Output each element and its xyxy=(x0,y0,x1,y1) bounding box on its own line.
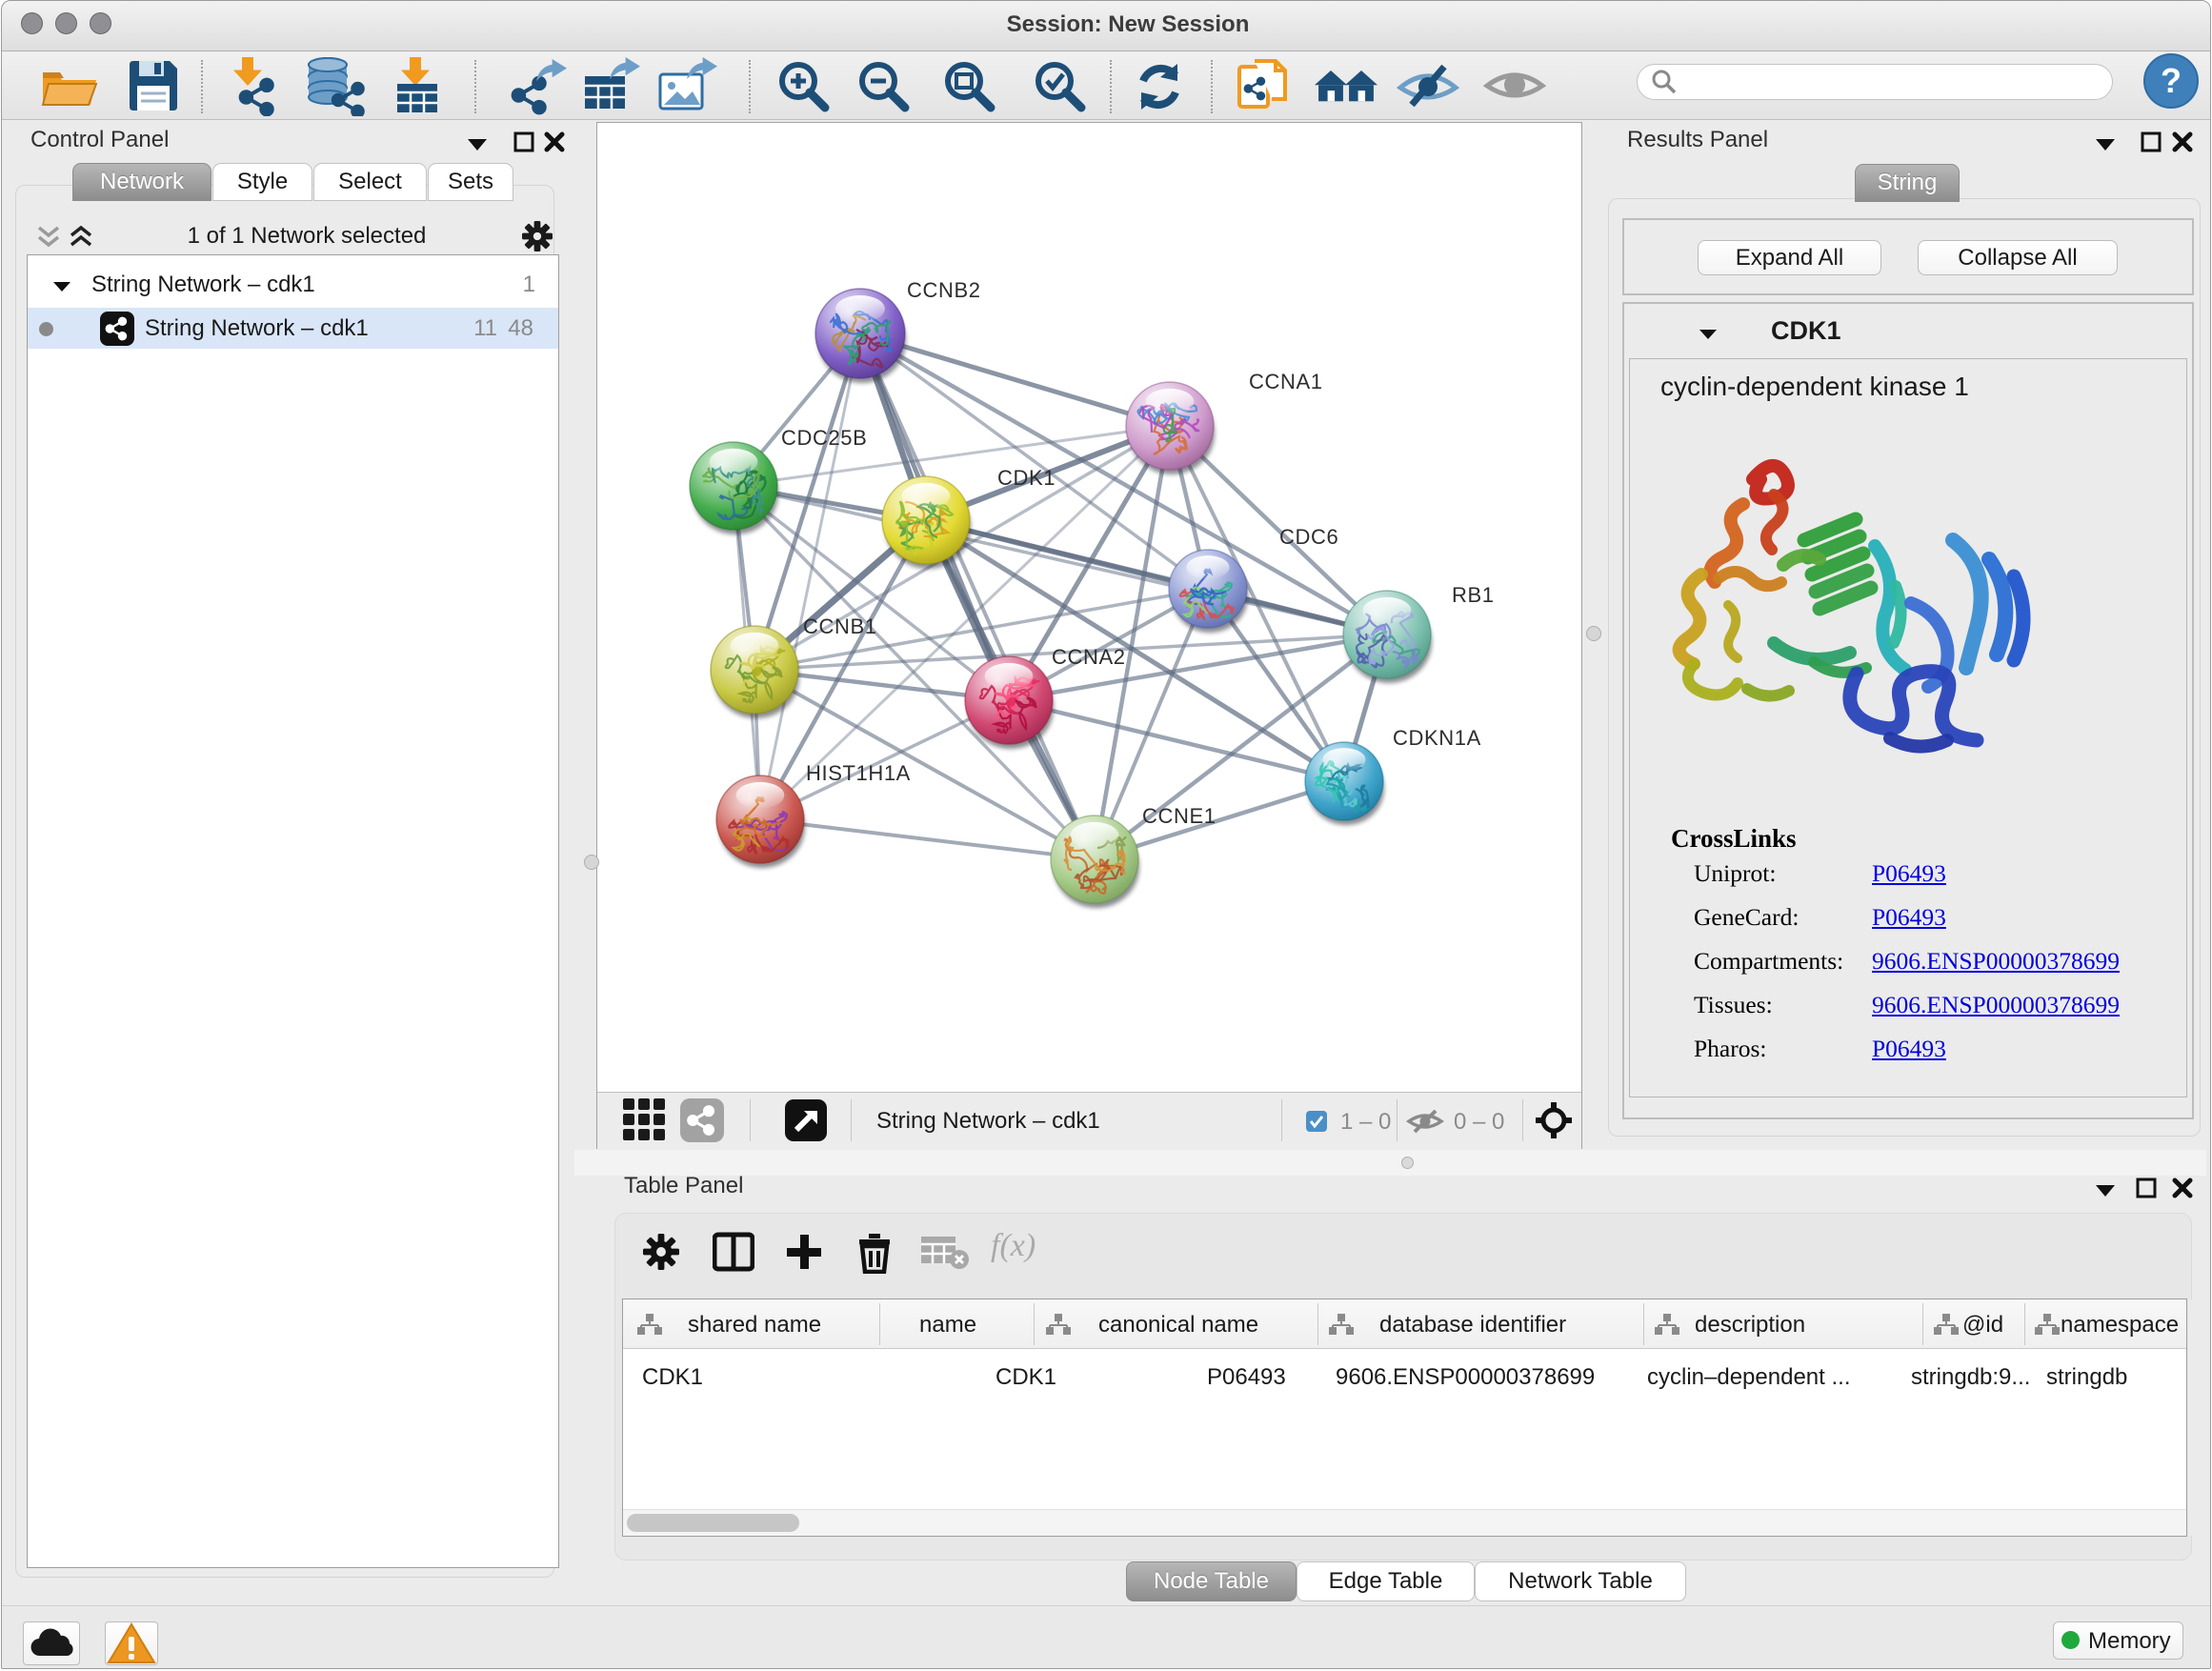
svg-text:CCNB1: CCNB1 xyxy=(803,614,877,638)
svg-text:CDK1: CDK1 xyxy=(997,466,1056,490)
svg-text:CCNB2: CCNB2 xyxy=(907,278,981,302)
svg-text:RB1: RB1 xyxy=(1452,583,1495,607)
svg-text:CDC25B: CDC25B xyxy=(781,426,867,450)
svg-text:CDC6: CDC6 xyxy=(1279,525,1338,549)
svg-text:CCNA1: CCNA1 xyxy=(1249,370,1323,393)
svg-text:HIST1H1A: HIST1H1A xyxy=(806,761,911,785)
svg-text:CCNA2: CCNA2 xyxy=(1052,645,1126,669)
svg-text:?: ? xyxy=(2161,61,2182,100)
svg-text:CDKN1A: CDKN1A xyxy=(1393,726,1481,750)
svg-text:CCNE1: CCNE1 xyxy=(1142,804,1217,828)
